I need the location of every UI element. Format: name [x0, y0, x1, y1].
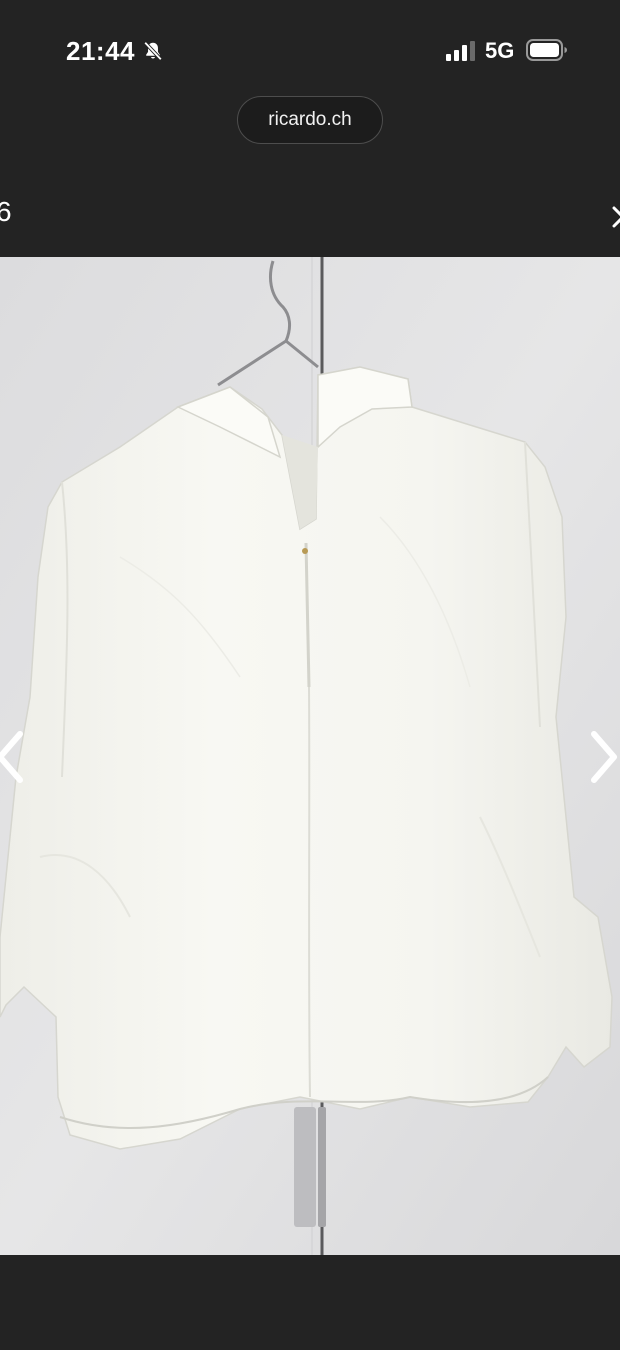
- network-type: 5G: [485, 38, 515, 63]
- bell-off-icon: [143, 41, 163, 61]
- next-image-button[interactable]: [582, 728, 620, 786]
- chevron-right-icon: [591, 731, 617, 783]
- url-text: ricardo.ch: [268, 109, 352, 130]
- status-time: 21:44: [66, 36, 135, 66]
- image-counter: 6: [0, 196, 12, 227]
- product-photo[interactable]: [0, 257, 620, 1255]
- gallery-screen: 21:44 5G ricardo.ch 6: [0, 0, 620, 1350]
- chevron-left-icon: [0, 731, 23, 783]
- battery-icon: [526, 39, 567, 61]
- previous-image-button[interactable]: [0, 728, 32, 786]
- close-button[interactable]: [604, 200, 620, 234]
- bottom-bar: [0, 1255, 620, 1350]
- signal-icon: [446, 41, 475, 61]
- close-icon: [612, 206, 620, 228]
- status-bar: 21:44 5G: [0, 0, 620, 96]
- url-bar[interactable]: ricardo.ch: [237, 96, 383, 144]
- blouse-photo-image: [0, 257, 620, 1255]
